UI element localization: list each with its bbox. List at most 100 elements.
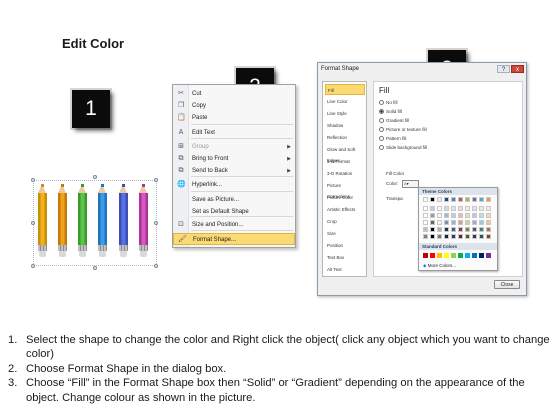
theme-color-swatch[interactable]	[486, 213, 491, 218]
nav-item[interactable]: Picture Color	[325, 192, 365, 203]
menu-item-send-to-back[interactable]: ⧉ Send to Back ▶	[173, 165, 295, 177]
standard-color-swatch[interactable]	[430, 253, 435, 258]
standard-color-swatch[interactable]	[472, 253, 477, 258]
close-button[interactable]: Close	[494, 280, 520, 289]
theme-color-swatch[interactable]	[430, 213, 435, 218]
fill-option-radio[interactable]: Solid fill	[379, 108, 402, 115]
standard-color-swatch[interactable]	[437, 253, 442, 258]
menu-item-paste[interactable]: 📋 Paste	[173, 112, 295, 124]
standard-color-swatch[interactable]	[451, 253, 456, 258]
fill-option-radio[interactable]: Slide background fill	[379, 144, 427, 151]
selection-handle[interactable]	[154, 264, 158, 268]
theme-color-swatch[interactable]	[458, 197, 463, 202]
theme-color-swatch[interactable]	[444, 234, 449, 239]
theme-color-swatch[interactable]	[486, 234, 491, 239]
theme-color-swatch[interactable]	[465, 197, 470, 202]
theme-color-swatch[interactable]	[444, 227, 449, 232]
theme-color-swatch[interactable]	[458, 220, 463, 225]
nav-item[interactable]: Crop	[325, 216, 365, 227]
theme-color-swatch[interactable]	[451, 206, 456, 211]
standard-color-swatch[interactable]	[423, 253, 428, 258]
selection-handle[interactable]	[31, 264, 35, 268]
color-picker-button[interactable]: A▾	[402, 180, 419, 188]
menu-item-set-as-default-shape[interactable]: Set as Default Shape	[173, 206, 295, 218]
theme-color-swatch[interactable]	[430, 197, 435, 202]
theme-color-swatch[interactable]	[451, 234, 456, 239]
nav-item[interactable]: Line Style	[325, 108, 365, 119]
nav-item[interactable]: Glow and Soft Edges	[325, 144, 365, 163]
nav-item[interactable]: 3-D Rotation	[325, 168, 365, 179]
theme-color-swatch[interactable]	[465, 220, 470, 225]
theme-color-swatch[interactable]	[437, 197, 442, 202]
theme-color-swatch[interactable]	[472, 220, 477, 225]
selection-handle[interactable]	[154, 178, 158, 182]
menu-item-bring-to-front[interactable]: ⧉ Bring to Front ▶	[173, 153, 295, 165]
theme-color-swatch[interactable]	[451, 213, 456, 218]
theme-color-swatch[interactable]	[479, 227, 484, 232]
theme-color-swatch[interactable]	[472, 197, 477, 202]
theme-color-swatch[interactable]	[437, 227, 442, 232]
theme-color-swatch[interactable]	[465, 227, 470, 232]
menu-item-save-as-picture[interactable]: Save as Picture...	[173, 194, 295, 206]
theme-color-swatch[interactable]	[479, 213, 484, 218]
theme-color-swatch[interactable]	[465, 206, 470, 211]
theme-color-swatch[interactable]	[486, 197, 491, 202]
nav-item[interactable]: Position	[325, 240, 365, 251]
theme-color-swatch[interactable]	[423, 213, 428, 218]
theme-color-swatch[interactable]	[444, 213, 449, 218]
nav-item[interactable]: Artistic Effects	[325, 204, 365, 215]
theme-color-swatch[interactable]	[458, 213, 463, 218]
theme-color-swatch[interactable]	[479, 220, 484, 225]
selection-handle[interactable]	[93, 175, 97, 179]
menu-item-copy[interactable]: ❐ Copy	[173, 100, 295, 112]
theme-color-swatch[interactable]	[444, 206, 449, 211]
theme-color-swatch[interactable]	[472, 206, 477, 211]
theme-color-swatch[interactable]	[472, 234, 477, 239]
selection-handle[interactable]	[31, 221, 35, 225]
theme-color-swatch[interactable]	[458, 206, 463, 211]
menu-item-size-and-position[interactable]: ⊡ Size and Position...	[173, 219, 295, 231]
nav-item[interactable]: Text Box	[325, 252, 365, 263]
theme-color-swatch[interactable]	[465, 234, 470, 239]
theme-color-swatch[interactable]	[479, 206, 484, 211]
menu-item-hyperlink[interactable]: 🌐 Hyperlink...	[173, 179, 295, 191]
theme-color-swatch[interactable]	[437, 206, 442, 211]
fill-option-radio[interactable]: Gradient fill	[379, 117, 409, 124]
theme-color-swatch[interactable]	[437, 220, 442, 225]
theme-color-swatch[interactable]	[423, 234, 428, 239]
more-colors-link[interactable]: ◆ More Colors...	[423, 263, 456, 269]
menu-item-group[interactable]: ⊞ Group ▶	[173, 141, 295, 153]
theme-color-swatch[interactable]	[437, 234, 442, 239]
nav-item[interactable]: Shadow	[325, 120, 365, 131]
help-button[interactable]: ?	[497, 65, 510, 73]
theme-color-swatch[interactable]	[451, 227, 456, 232]
theme-color-swatch[interactable]	[458, 234, 463, 239]
fill-option-radio[interactable]: No fill	[379, 99, 398, 106]
theme-color-swatch[interactable]	[423, 197, 428, 202]
pencil-shape[interactable]	[78, 184, 87, 258]
theme-color-swatch[interactable]	[486, 227, 491, 232]
pencil-shape[interactable]	[98, 184, 107, 258]
theme-color-swatch[interactable]	[430, 227, 435, 232]
close-icon[interactable]: x	[511, 65, 524, 73]
nav-item[interactable]: Picture Corrections	[325, 180, 365, 199]
pencil-group[interactable]	[30, 175, 160, 272]
theme-color-swatch[interactable]	[444, 220, 449, 225]
menu-item-edit-text[interactable]: A Edit Text	[173, 127, 295, 139]
theme-color-swatch[interactable]	[472, 227, 477, 232]
pencil-shape[interactable]	[119, 184, 128, 258]
theme-color-swatch[interactable]	[437, 213, 442, 218]
selection-handle[interactable]	[31, 178, 35, 182]
standard-color-swatch[interactable]	[444, 253, 449, 258]
pencil-shape[interactable]	[38, 184, 47, 258]
theme-color-swatch[interactable]	[444, 197, 449, 202]
theme-color-swatch[interactable]	[479, 234, 484, 239]
nav-item[interactable]: 3-D Format	[325, 156, 365, 167]
theme-color-swatch[interactable]	[451, 197, 456, 202]
menu-item-format-shape[interactable]: 🖌 Format Shape...	[173, 233, 295, 245]
nav-item[interactable]: Fill	[325, 84, 365, 95]
nav-item[interactable]: Reflection	[325, 132, 365, 143]
standard-color-swatch[interactable]	[465, 253, 470, 258]
menu-item-cut[interactable]: ✂ Cut	[173, 88, 295, 100]
standard-color-swatch[interactable]	[486, 253, 491, 258]
